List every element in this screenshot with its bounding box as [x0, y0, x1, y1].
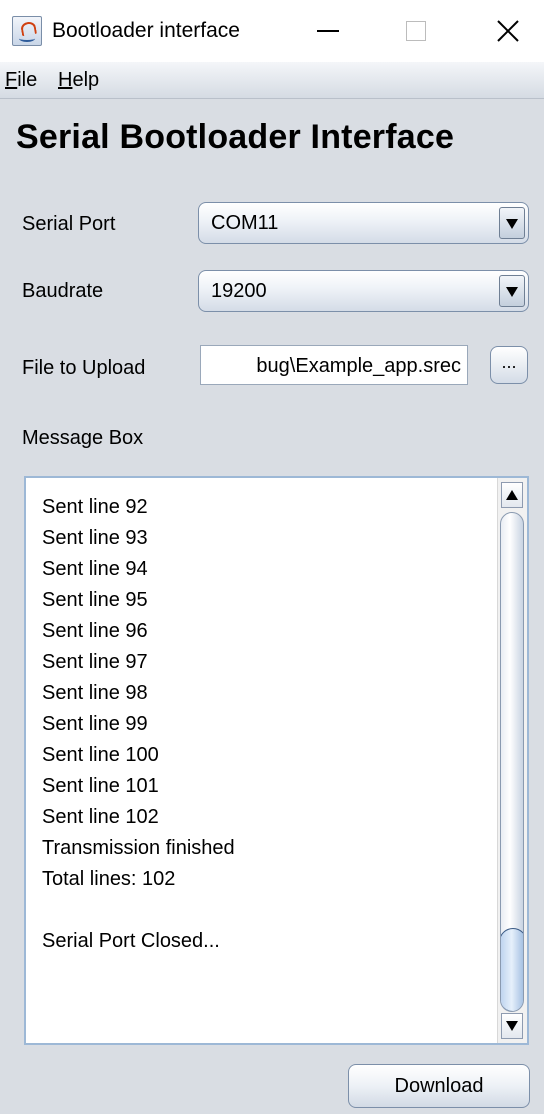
message-line: [42, 895, 235, 926]
title-bar: Bootloader interface: [0, 0, 544, 62]
message-line: Serial Port Closed...: [42, 930, 220, 952]
message-line: Sent line 101: [42, 775, 159, 797]
close-icon: [497, 20, 519, 42]
message-line: Sent line 93: [42, 527, 148, 549]
message-line: Sent line 98: [42, 682, 148, 704]
message-line: Sent line 97: [42, 651, 148, 673]
minimize-button[interactable]: [298, 0, 358, 62]
serial-port-label: Serial Port: [22, 213, 116, 235]
chevron-down-icon[interactable]: [499, 207, 525, 239]
close-button[interactable]: [478, 0, 538, 62]
message-line: Sent line 92: [42, 496, 148, 518]
java-icon: [12, 16, 42, 46]
scroll-up-arrow-icon[interactable]: [501, 482, 523, 508]
message-line: Total lines: 102: [42, 868, 176, 890]
file-path-value: bug\Example_app.srec: [256, 355, 461, 377]
vertical-scrollbar[interactable]: [497, 478, 527, 1043]
maximize-button[interactable]: [386, 0, 446, 62]
scroll-thumb[interactable]: [501, 928, 523, 1011]
serial-port-value: COM11: [211, 212, 279, 234]
message-line: Transmission finished: [42, 837, 235, 859]
baudrate-select[interactable]: 19200: [198, 270, 529, 312]
file-path-field[interactable]: bug\Example_app.srec: [200, 345, 468, 385]
menu-file[interactable]: File: [5, 67, 37, 93]
scroll-track[interactable]: [500, 512, 524, 1012]
download-button[interactable]: Download: [348, 1064, 530, 1108]
chevron-down-icon[interactable]: [499, 275, 525, 307]
file-to-upload-label: File to Upload: [22, 357, 146, 379]
message-lines: Sent line 92 Sent line 93 Sent line 94 S…: [42, 492, 235, 957]
baudrate-label: Baudrate: [22, 280, 104, 302]
scroll-down-arrow-icon[interactable]: [501, 1013, 523, 1039]
message-line: Sent line 96: [42, 620, 148, 642]
menu-help[interactable]: Help: [58, 67, 99, 93]
message-line: Sent line 99: [42, 713, 148, 735]
message-box[interactable]: Sent line 92 Sent line 93 Sent line 94 S…: [24, 476, 529, 1045]
message-line: Sent line 102: [42, 806, 159, 828]
message-line: Sent line 100: [42, 744, 159, 766]
menu-bar: File Help: [0, 62, 544, 99]
message-box-label: Message Box: [22, 427, 144, 449]
page-title: Serial Bootloader Interface: [16, 118, 455, 156]
message-line: Sent line 95: [42, 589, 148, 611]
baudrate-value: 19200: [211, 280, 267, 302]
browse-button[interactable]: ...: [490, 346, 528, 384]
window-title: Bootloader interface: [52, 19, 240, 42]
message-line: Sent line 94: [42, 558, 148, 580]
serial-port-select[interactable]: COM11: [198, 202, 529, 244]
